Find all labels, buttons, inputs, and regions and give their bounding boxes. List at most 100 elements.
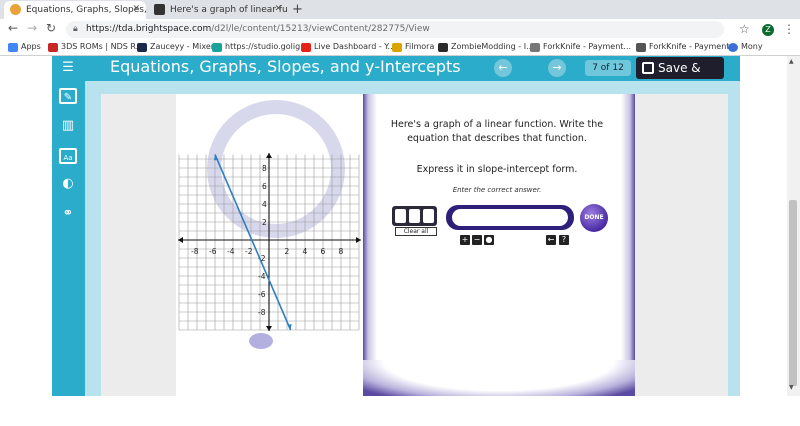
x-tick-label: -6	[209, 247, 217, 256]
translate-icon[interactable]: ⚭	[59, 206, 77, 222]
exit-door-icon	[642, 62, 654, 74]
studio-icon	[212, 43, 222, 52]
tab-graph-question[interactable]: Here's a graph of linear functio ✕	[148, 1, 288, 19]
close-icon[interactable]: ✕	[274, 4, 282, 14]
bookmark-forkknife-2[interactable]: ForkKnife - Payment...	[636, 42, 738, 52]
x-tick-label: -4	[227, 247, 235, 256]
bookmark-label: Live Dashboard - Y...	[314, 42, 396, 51]
function-line	[214, 154, 292, 331]
forward-arrow-icon[interactable]: →	[27, 21, 37, 35]
help-key-button[interactable]: ?	[559, 235, 569, 245]
record-key-button[interactable]: ●	[484, 235, 494, 245]
bookmarks-bar: Apps 3DS ROMs | NDS R... Zauceyy - Mixer…	[0, 40, 800, 56]
scroll-down-arrow-icon[interactable]: ▼	[789, 384, 794, 391]
y-tick-label: 6	[262, 182, 267, 191]
tab-label: Here's a graph of linear functio	[170, 5, 288, 15]
backspace-key-button[interactable]: ←	[546, 235, 556, 245]
tab-equations[interactable]: Equations, Graphs, Slopes, and y- ✕	[4, 1, 146, 19]
decorative-dot-shape	[249, 333, 273, 349]
printer-icon	[636, 43, 646, 52]
url-host: https://tda.brightspace.com	[86, 24, 212, 34]
back-arrow-icon[interactable]: ←	[8, 21, 18, 35]
x-tick-label: 2	[285, 247, 290, 256]
exponent-icon[interactable]	[423, 209, 434, 223]
lesson-title: Equations, Graphs, Slopes, and y-Interce…	[110, 57, 462, 76]
audio-speaker-icon[interactable]: ◐	[59, 176, 77, 192]
mixed-number-icon[interactable]	[409, 209, 420, 223]
bookmark-apps[interactable]: Apps	[8, 42, 41, 52]
bookmark-label: Zauceyy - Mixer	[150, 42, 215, 51]
x-tick-label: 8	[339, 247, 344, 256]
bookmark-label: ZombieModding - I...	[451, 42, 534, 51]
address-bar[interactable]: 🔒︎ https://tda.brightspace.com/d2l/le/co…	[66, 21, 724, 38]
document-icon	[530, 43, 540, 52]
filmora-icon	[392, 43, 402, 52]
bookmark-label: ForkKnife - Payment...	[649, 42, 738, 51]
tab-strip: Equations, Graphs, Slopes, and y- ✕ Here…	[0, 0, 800, 19]
glossary-icon[interactable]: Aa	[59, 148, 77, 164]
scrollbar-thumb[interactable]	[789, 200, 797, 386]
linear-function-line	[214, 154, 292, 331]
bookmark-zauceyy-mixer[interactable]: Zauceyy - Mixer	[137, 42, 215, 52]
menu-kebab-icon[interactable]: ⋮	[783, 22, 795, 36]
page-favicon-icon	[154, 4, 165, 15]
bookmark-label: Apps	[21, 42, 41, 51]
bookmark-forkknife-1[interactable]: ForkKnife - Payment...	[530, 42, 632, 52]
scroll-up-arrow-icon[interactable]: ▲	[789, 58, 794, 65]
reload-icon[interactable]: ↻	[46, 21, 56, 35]
question-panel-footer	[363, 360, 635, 396]
axes	[178, 153, 361, 331]
plus-key-button[interactable]: +	[460, 235, 470, 245]
bookmark-star-icon[interactable]: ☆	[739, 22, 750, 36]
fraction-template-palette[interactable]	[392, 206, 437, 226]
y-tick-label: 4	[262, 200, 267, 209]
profile-avatar[interactable]: Z	[762, 24, 774, 36]
bookmark-label: https://studio.golig...	[225, 42, 308, 51]
answer-field-frame	[446, 205, 574, 230]
x-tick-label: 6	[321, 247, 326, 256]
coordinate-graph: -8 -6 -4 -2 2 4 6 8 8 6 4 2 -2 -4 -6 -8	[178, 153, 361, 331]
pencil-icon[interactable]: ✎	[59, 88, 77, 104]
rom-site-icon	[48, 43, 58, 52]
page-counter: 7 of 12	[585, 60, 631, 76]
bookmark-live-dashboard[interactable]: Live Dashboard - Y...	[301, 42, 396, 52]
y-tick-label: -8	[258, 308, 266, 317]
question-instruction: Express it in slope-intercept form.	[416, 164, 578, 175]
tab-label: Equations, Graphs, Slopes, and y-	[26, 5, 146, 15]
bookmark-label: 3DS ROMs | NDS R...	[61, 42, 144, 51]
lock-icon: 🔒︎	[73, 24, 78, 34]
done-button[interactable]: DONE	[580, 204, 608, 232]
youtube-icon	[301, 43, 311, 52]
brightspace-favicon-icon	[10, 4, 21, 15]
library-books-icon[interactable]: ▥	[59, 118, 77, 134]
bookmark-3ds-roms[interactable]: 3DS ROMs | NDS R...	[48, 42, 144, 52]
new-tab-button[interactable]: +	[292, 2, 303, 17]
zombiemodding-icon	[438, 43, 448, 52]
save-exit-button[interactable]: Save & Exit	[636, 57, 724, 97]
bookmark-label: ForkKnife - Payment...	[543, 42, 632, 51]
y-tick-label: -4	[258, 272, 266, 281]
browser-toolbar: ← → ↻ 🔒︎ https://tda.brightspace.com/d2l…	[0, 19, 800, 40]
clear-all-button[interactable]: Clear all	[395, 227, 437, 236]
y-tick-label: -6	[258, 290, 266, 299]
x-tick-labels: -8 -6 -4 -2 2 4 6 8	[191, 247, 344, 256]
close-icon[interactable]: ✕	[132, 4, 140, 14]
page-total: 12	[612, 63, 624, 73]
bookmark-label: Filmora	[405, 42, 435, 51]
next-page-button[interactable]: →	[548, 59, 566, 77]
page-current: 7	[592, 63, 598, 73]
bookmark-zombiemodding[interactable]: ZombieModding - I...	[438, 42, 534, 52]
minus-key-button[interactable]: −	[472, 235, 482, 245]
x-tick-label: -8	[191, 247, 199, 256]
screen: Equations, Graphs, Slopes, and y- ✕ Here…	[0, 0, 800, 426]
x-tick-label: 4	[303, 247, 308, 256]
previous-page-button[interactable]: ←	[494, 59, 512, 77]
menu-list-icon[interactable]: ☰	[59, 60, 77, 76]
answer-input[interactable]	[452, 209, 568, 226]
bookmark-studio[interactable]: https://studio.golig...	[212, 42, 308, 52]
url-path: /d2l/le/content/15213/viewContent/282775…	[211, 24, 430, 34]
fraction-icon[interactable]	[395, 209, 406, 223]
question-prompt: Here's a graph of a linear function. Wri…	[390, 119, 604, 144]
bookmark-mony[interactable]: Mony	[728, 42, 763, 52]
bookmark-filmora[interactable]: Filmora	[392, 42, 435, 52]
